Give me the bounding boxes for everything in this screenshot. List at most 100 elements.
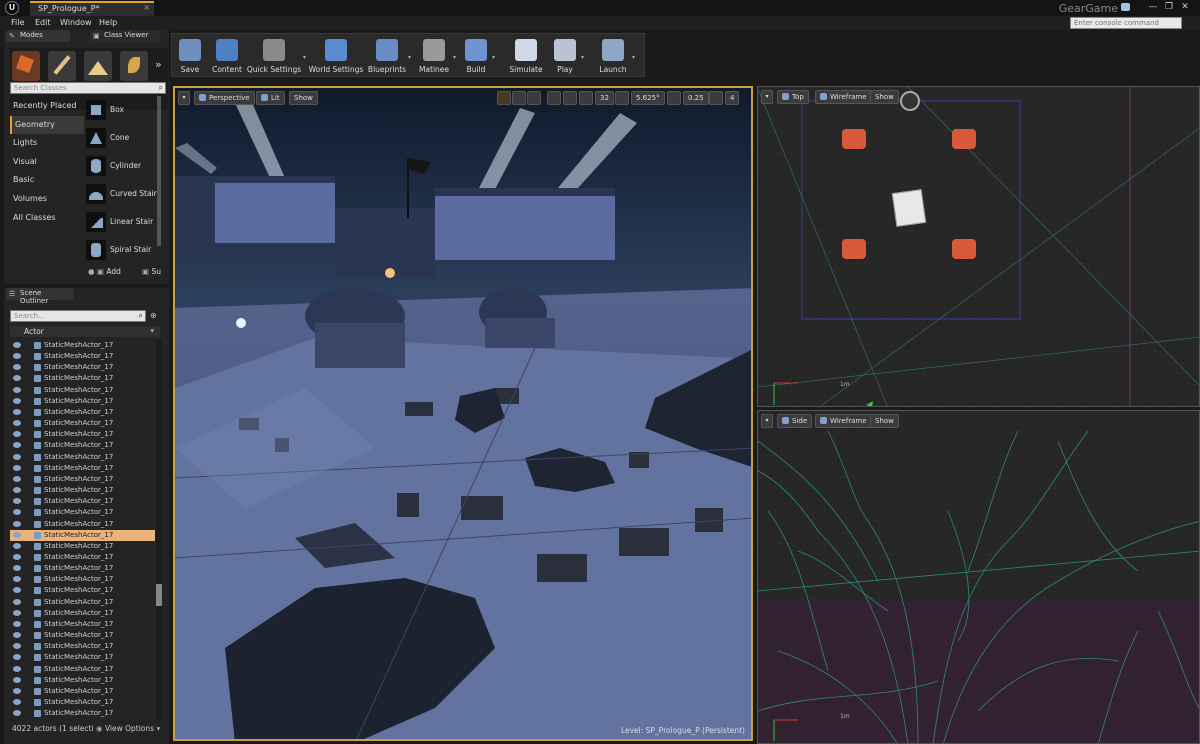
visibility-eye-icon[interactable]	[13, 420, 21, 427]
category-basic[interactable]: Basic	[10, 171, 84, 189]
tab-class-viewer[interactable]: ▣ Class Viewer	[90, 30, 160, 42]
view-options-button[interactable]: ◉ View Options ▾	[96, 724, 160, 733]
place-item-box[interactable]: Box	[84, 97, 158, 125]
visibility-eye-icon[interactable]	[13, 654, 21, 661]
chevron-down-icon[interactable]: ▾	[453, 54, 456, 61]
visibility-eye-icon[interactable]	[13, 699, 21, 705]
table-row[interactable]: StaticMeshActor_17	[10, 385, 155, 396]
content-button[interactable]: Content	[210, 34, 244, 78]
outliner-scrollbar[interactable]	[156, 340, 162, 720]
sub-item[interactable]: ▣ Su	[142, 267, 161, 276]
table-row[interactable]: StaticMeshActor_17	[10, 552, 155, 563]
menu-window[interactable]: Window	[60, 18, 92, 27]
visibility-eye-icon[interactable]	[13, 542, 21, 549]
actor-column-header[interactable]: Actor ▾	[10, 326, 160, 337]
visibility-eye-icon[interactable]	[13, 687, 21, 694]
visibility-eye-icon[interactable]	[13, 509, 21, 516]
scale-snap-value[interactable]: 0.25	[683, 91, 709, 105]
grid-snap-icon[interactable]	[579, 91, 593, 105]
visibility-eye-icon[interactable]	[13, 453, 21, 460]
table-row[interactable]: StaticMeshActor_17	[10, 652, 155, 663]
outliner-scroll-thumb[interactable]	[156, 584, 162, 606]
top-viewport[interactable]: ▾ Top Wireframe Show 1m	[757, 86, 1200, 407]
simulate-button[interactable]: Simulate	[509, 34, 543, 78]
add-item[interactable]: ● ▣ Add	[88, 267, 121, 276]
player-start-icon[interactable]	[842, 239, 866, 259]
table-row[interactable]: StaticMeshActor_17	[10, 675, 155, 686]
table-row[interactable]: StaticMeshActor_17	[10, 351, 155, 362]
lit-mode-button[interactable]: Lit	[256, 91, 285, 105]
chevron-down-icon[interactable]: ▾	[408, 54, 411, 61]
table-row[interactable]: StaticMeshActor_17	[10, 529, 155, 541]
maximize-button[interactable]: ❐	[1162, 1, 1176, 14]
perspective-viewport[interactable]: ▾ Perspective Lit Show 32 5.625° 0.25 4 …	[173, 86, 753, 741]
place-list-scrollbar[interactable]	[157, 96, 161, 246]
rotate-icon[interactable]	[512, 91, 526, 105]
visibility-eye-icon[interactable]	[13, 620, 21, 627]
table-row[interactable]: StaticMeshActor_17	[10, 697, 155, 708]
sort-dropdown-icon[interactable]: ▾	[150, 326, 154, 335]
side-mode-button[interactable]: Side	[777, 414, 813, 428]
translate-icon[interactable]	[497, 91, 511, 105]
chevron-down-icon[interactable]: ▾	[492, 54, 495, 61]
table-row[interactable]: StaticMeshActor_17	[10, 440, 155, 451]
scale-icon[interactable]	[527, 91, 541, 105]
category-visual[interactable]: Visual	[10, 153, 84, 171]
table-row[interactable]: StaticMeshActor_17	[10, 686, 155, 697]
visibility-eye-icon[interactable]	[13, 587, 21, 594]
visibility-eye-icon[interactable]	[13, 342, 21, 348]
minimize-button[interactable]: —	[1146, 1, 1160, 14]
table-row[interactable]: StaticMeshActor_17	[10, 463, 155, 474]
table-row[interactable]: StaticMeshActor_17	[10, 608, 155, 619]
table-row[interactable]: StaticMeshActor_17	[10, 619, 155, 630]
table-row[interactable]: StaticMeshActor_17	[10, 396, 155, 407]
table-row[interactable]: StaticMeshActor_17	[10, 418, 155, 429]
world-settings-button[interactable]: World Settings	[308, 34, 364, 78]
filter-icon[interactable]: ⊕	[150, 311, 157, 320]
table-row[interactable]: StaticMeshActor_17	[10, 485, 155, 496]
table-row[interactable]: StaticMeshActor_17	[10, 496, 155, 507]
side-viewport[interactable]: ▾ Side Wireframe Show 1m	[757, 410, 1200, 744]
visibility-eye-icon[interactable]	[13, 676, 21, 683]
rotation-snap-icon[interactable]	[615, 91, 629, 105]
table-row[interactable]: StaticMeshActor_17	[10, 519, 155, 530]
visibility-eye-icon[interactable]	[13, 487, 21, 494]
world-space-icon[interactable]	[547, 91, 561, 105]
more-modes-icon[interactable]: »	[155, 58, 162, 71]
visibility-eye-icon[interactable]	[13, 386, 21, 393]
console-command-input[interactable]	[1070, 17, 1182, 29]
table-row[interactable]: StaticMeshActor_17	[10, 373, 155, 384]
table-row[interactable]: StaticMeshActor_17	[10, 429, 155, 440]
foliage-mode-icon[interactable]	[120, 51, 148, 81]
visibility-eye-icon[interactable]	[13, 397, 21, 404]
table-row[interactable]: StaticMeshActor_17	[10, 507, 155, 518]
table-row[interactable]: StaticMeshActor_17	[10, 597, 155, 608]
side-show-button[interactable]: Show	[870, 414, 899, 428]
top-wireframe-button[interactable]: Wireframe	[815, 90, 872, 104]
table-row[interactable]: StaticMeshActor_17	[10, 585, 155, 596]
visibility-eye-icon[interactable]	[13, 565, 21, 572]
menu-help[interactable]: Help	[99, 18, 117, 27]
side-options-dropdown[interactable]: ▾	[761, 414, 773, 428]
place-item-curved-stair[interactable]: Curved Stair	[84, 181, 158, 209]
visibility-eye-icon[interactable]	[13, 375, 21, 382]
play-button[interactable]: Play	[550, 34, 580, 78]
place-item-spiral-stair[interactable]: Spiral Stair	[84, 237, 158, 265]
table-row[interactable]: StaticMeshActor_17	[10, 641, 155, 652]
perspective-mode-button[interactable]: Perspective	[194, 91, 255, 105]
table-row[interactable]: StaticMeshActor_17	[10, 452, 155, 463]
matinee-button[interactable]: Matinee	[416, 34, 452, 78]
outliner-search-input[interactable]: Search... ⌕	[10, 310, 146, 322]
viewport-options-dropdown[interactable]: ▾	[178, 91, 190, 105]
chat-icon[interactable]	[1121, 3, 1130, 11]
category-lights[interactable]: Lights	[10, 134, 84, 152]
player-start-icon[interactable]	[842, 129, 866, 149]
table-row[interactable]: StaticMeshActor_17	[10, 407, 155, 418]
place-item-cylinder[interactable]: Cylinder	[84, 153, 158, 181]
camera-speed-value[interactable]: 4	[725, 91, 740, 105]
landscape-mode-icon[interactable]	[84, 51, 112, 81]
chevron-down-icon[interactable]: ▾	[581, 54, 584, 61]
table-row[interactable]: StaticMeshActor_17	[10, 708, 155, 719]
menu-file[interactable]: File	[11, 18, 24, 27]
scale-snap-icon[interactable]	[667, 91, 681, 105]
